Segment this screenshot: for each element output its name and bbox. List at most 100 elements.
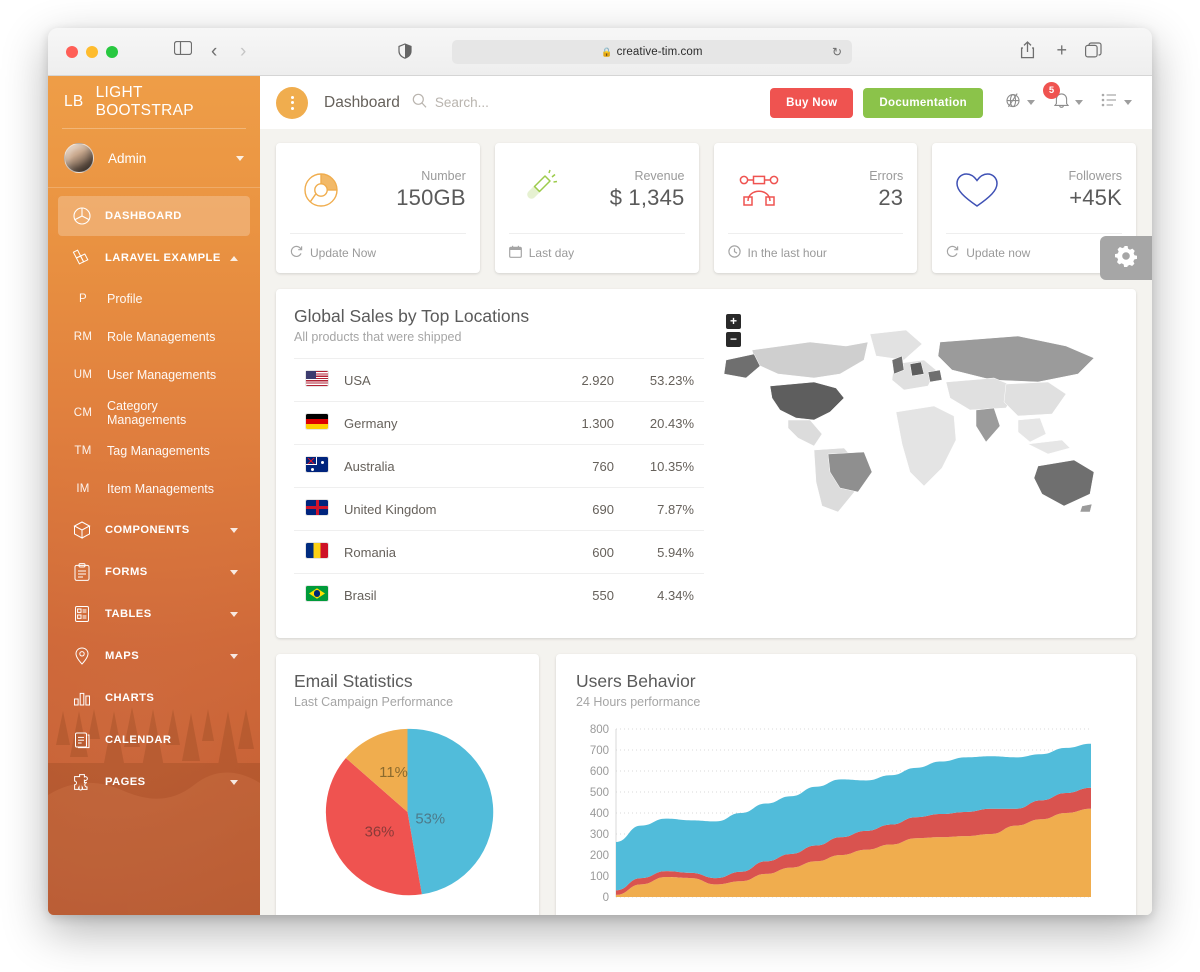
stat-footer[interactable]: In the last hour <box>727 234 904 273</box>
sidebar-item-laravel-example[interactable]: Laravel Example <box>58 238 250 278</box>
stat-value: $ 1,345 <box>609 185 685 210</box>
pie-chart-area: 53% 36% 11% <box>294 723 521 901</box>
stat-value: 150GB <box>396 185 466 210</box>
world-map[interactable] <box>718 316 1118 521</box>
stat-card-revenue: Revenue $ 1,345 Last day <box>494 143 699 273</box>
sidebar-subitem-category-managements[interactable]: CM Category Managements <box>58 394 250 432</box>
shield-icon[interactable] <box>398 43 412 64</box>
sidebar-item-label: Charts <box>105 692 155 704</box>
minimize-window-button[interactable] <box>86 46 98 58</box>
country-name: Brasil <box>344 587 377 603</box>
chevron-down-icon <box>1075 100 1083 105</box>
bar-chart-icon <box>70 690 94 706</box>
navbar-actions: Buy Now Documentation 5 <box>770 82 1136 118</box>
sales-percent: 7.87% <box>657 501 694 517</box>
refresh-icon <box>290 245 303 261</box>
calendar-icon <box>508 245 522 261</box>
email-pie-chart[interactable]: 53% 36% 11% <box>320 723 495 901</box>
sidebar-item-charts[interactable]: Charts <box>58 678 250 718</box>
flag-cell <box>294 574 340 617</box>
table-row[interactable]: USA 2.920 53.23% <box>294 358 704 402</box>
sales-value: 760 <box>592 458 614 474</box>
table-icon <box>70 605 94 623</box>
browser-toolbar: ‹ › 🔒 creative-tim.com ↻ + <box>48 28 1152 76</box>
sidebar-subitem-label: Role Managements <box>107 330 216 344</box>
calendar-icon <box>70 731 94 749</box>
user-name: Admin <box>108 150 147 166</box>
reload-icon[interactable]: ↻ <box>832 45 842 59</box>
new-tab-button[interactable]: + <box>1056 40 1067 60</box>
stat-footer[interactable]: Update Now <box>290 234 466 273</box>
card-subtitle: Last Campaign Performance <box>294 695 454 709</box>
flag-us-icon <box>306 371 328 386</box>
y-axis-tick-label: 0 <box>603 892 609 904</box>
map-zoom-in-button[interactable]: + <box>726 314 741 329</box>
country-name: Germany <box>344 415 398 431</box>
language-menu[interactable] <box>1001 92 1039 114</box>
sidebar-subitem-tag-managements[interactable]: TM Tag Managements <box>58 432 250 470</box>
search-box[interactable] <box>412 93 635 113</box>
sidebar-subitem-role-managements[interactable]: RM Role Managements <box>58 318 250 356</box>
notifications-menu[interactable]: 5 <box>1043 82 1087 114</box>
sidebar-subitem-abbr: UM <box>73 369 93 381</box>
donut-chart-icon <box>290 168 352 212</box>
settings-panel-toggle[interactable] <box>1100 236 1152 280</box>
sidebar-item-pages[interactable]: Pages <box>58 762 250 802</box>
table-row[interactable]: Germany 1.300 20.43% <box>294 401 704 445</box>
vector-node-icon <box>728 169 790 211</box>
share-icon[interactable] <box>1020 41 1035 64</box>
card-title: Email Statistics <box>294 671 413 691</box>
sales-value: 550 <box>592 587 614 603</box>
more-menu[interactable] <box>1097 92 1136 113</box>
sidebar-subitem-abbr: P <box>79 293 87 305</box>
world-map-panel[interactable]: + − <box>704 306 1118 616</box>
table-row[interactable]: Brasil 550 4.34% <box>294 573 704 617</box>
buy-now-button[interactable]: Buy Now <box>770 87 854 118</box>
tabs-overview-button[interactable] <box>1085 42 1102 63</box>
sidebar-item-tables[interactable]: Tables <box>58 594 250 634</box>
map-zoom-out-button[interactable]: − <box>726 332 741 347</box>
table-row[interactable]: Romania 600 5.94% <box>294 530 704 574</box>
back-button[interactable]: ‹ <box>211 41 217 62</box>
stat-footer[interactable]: Last day <box>508 234 685 273</box>
sidebar-item-label: Calendar <box>105 734 172 746</box>
user-menu[interactable]: Admin <box>48 129 260 187</box>
sidebar-item-dashboard[interactable]: Dashboard <box>58 196 250 236</box>
sales-percent: 5.94% <box>657 544 694 560</box>
table-row[interactable]: Australia 760 10.35% <box>294 444 704 488</box>
sidebar-item-maps[interactable]: Maps <box>58 636 250 676</box>
documentation-button[interactable]: Documentation <box>863 87 983 118</box>
search-input[interactable] <box>434 95 635 110</box>
sidebar-subitem-user-managements[interactable]: UM User Managements <box>58 356 250 394</box>
sidebar-subitem-profile[interactable]: P Profile <box>58 280 250 318</box>
country-name: USA <box>344 372 371 388</box>
sidebar-item-components[interactable]: Components <box>58 510 250 550</box>
flag-de-icon <box>306 414 328 429</box>
sidebar-item-calendar[interactable]: Calendar <box>58 720 250 760</box>
pie-chart-icon <box>70 207 94 225</box>
sidebar-content: LB LIGHT BOOTSTRAP Admin Dashboard <box>48 76 260 915</box>
sales-value: 600 <box>592 544 614 560</box>
brand[interactable]: LB LIGHT BOOTSTRAP <box>48 76 260 128</box>
close-window-button[interactable] <box>66 46 78 58</box>
menu-dots-icon[interactable] <box>276 86 308 119</box>
chevron-down-icon <box>1124 100 1132 105</box>
table-row[interactable]: United Kingdom 690 7.87% <box>294 487 704 531</box>
stat-card-errors: Errors 23 In the last hour <box>713 143 918 273</box>
stat-footer[interactable]: Update now <box>946 234 1122 273</box>
gear-icon <box>1115 245 1137 272</box>
sidebar-toggle-icon[interactable] <box>173 40 193 60</box>
window-controls <box>66 46 118 58</box>
users-behavior-area-chart[interactable]: 0 100 200 300 400 500 600 700 800 <box>576 721 1093 911</box>
address-bar[interactable]: 🔒 creative-tim.com ↻ <box>452 40 852 64</box>
sales-value: 690 <box>592 501 614 517</box>
laravel-icon <box>70 249 94 267</box>
forward-button[interactable]: › <box>240 41 246 62</box>
sidebar-subitem-item-managements[interactable]: IM Item Managements <box>58 470 250 508</box>
stat-value: 23 <box>878 185 904 210</box>
sidebar-item-forms[interactable]: Forms <box>58 552 250 592</box>
sidebar-item-label: Forms <box>105 566 148 578</box>
maximize-window-button[interactable] <box>106 46 118 58</box>
flag-br-icon <box>306 586 328 601</box>
stat-footer-label: Update now <box>966 246 1031 260</box>
